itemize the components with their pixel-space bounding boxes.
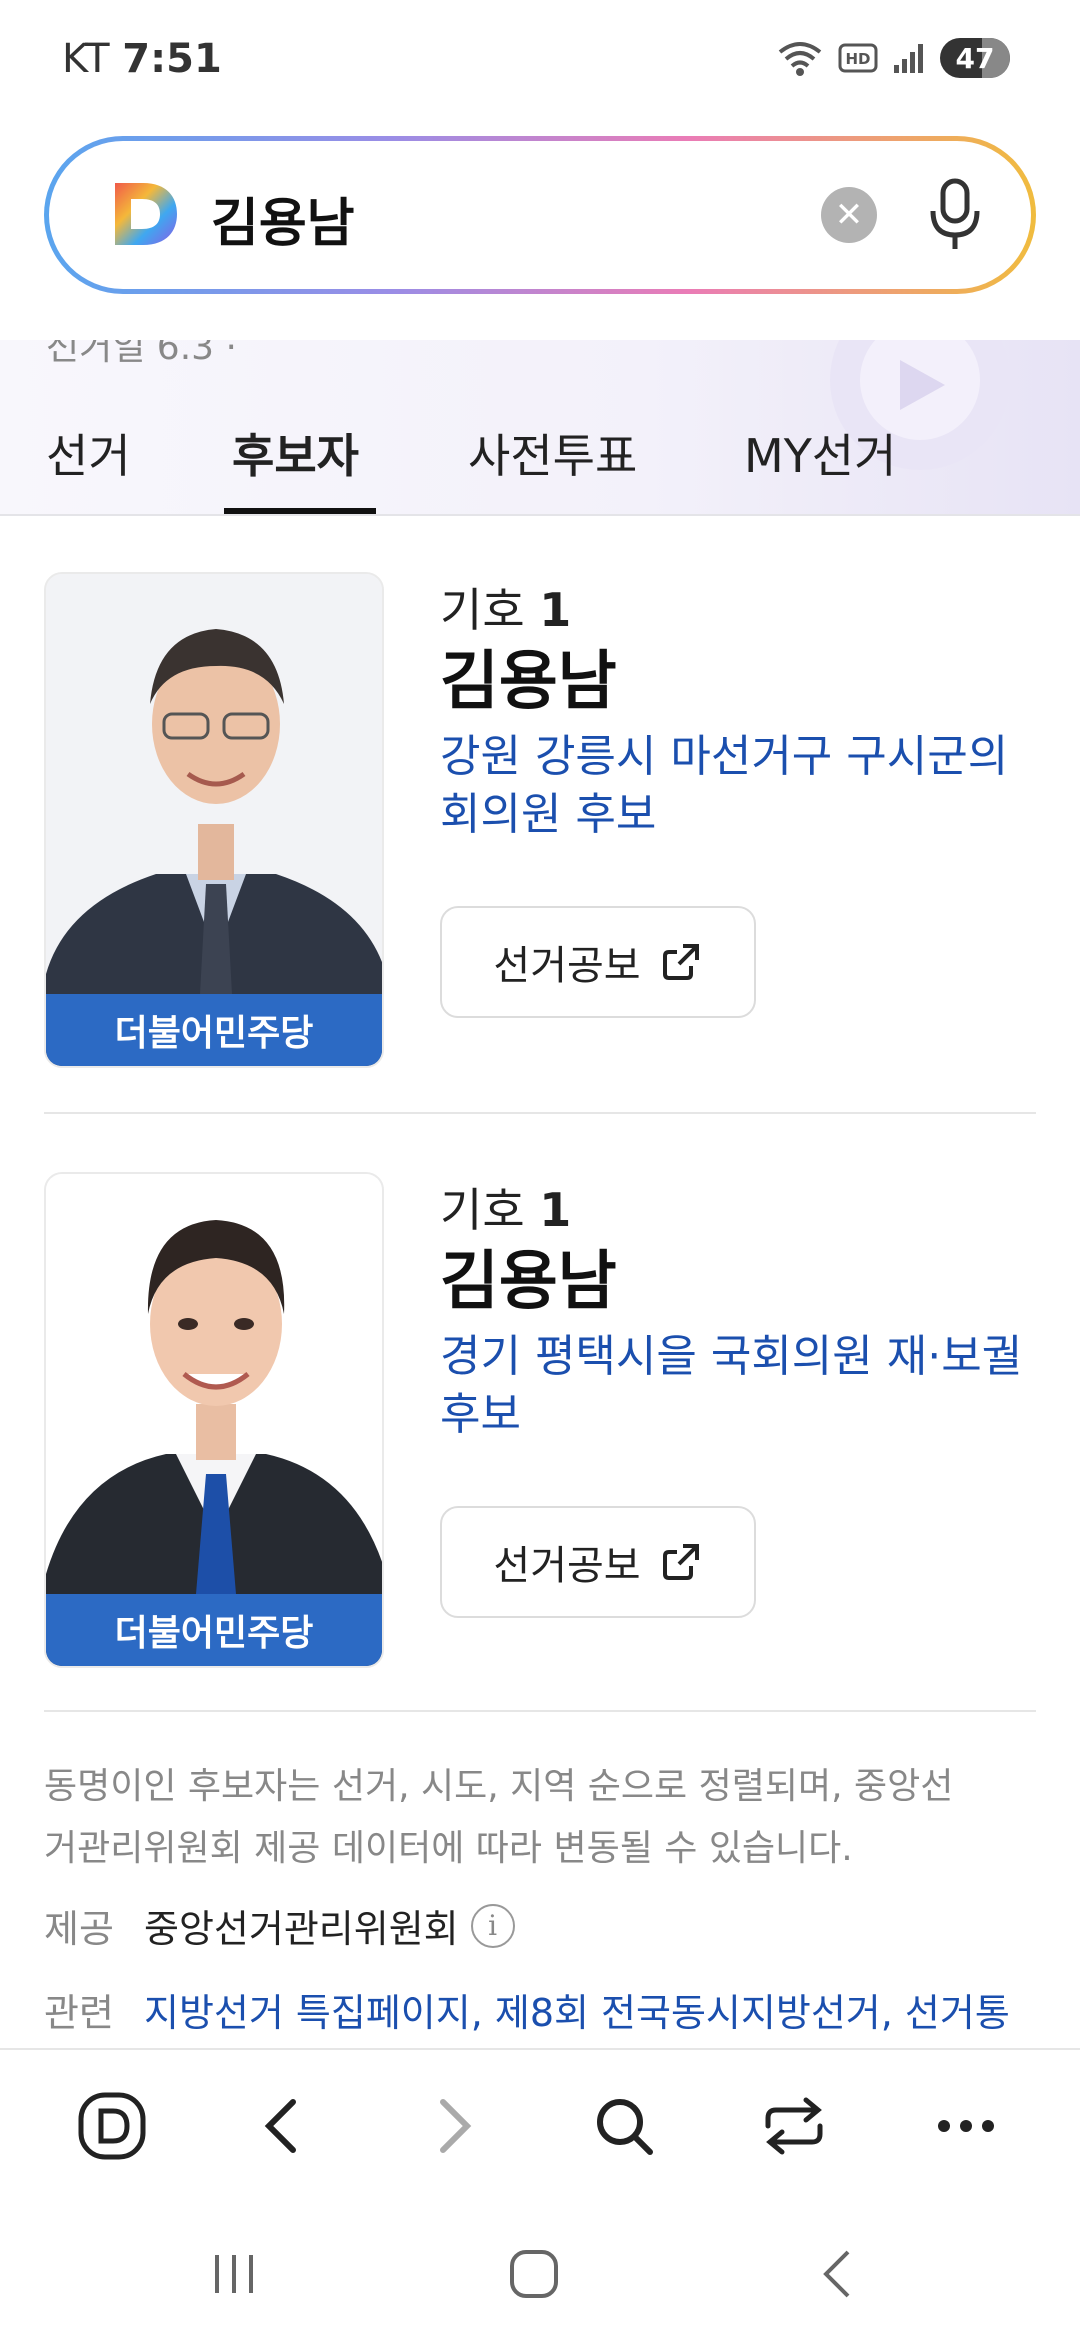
tab-my-election[interactable]: MY선거 bbox=[744, 420, 896, 514]
daum-logo-icon[interactable] bbox=[111, 179, 181, 249]
battery-level: 47 bbox=[955, 41, 995, 75]
provider-row: 제공 중앙선거관리위원회 i bbox=[44, 1898, 515, 1953]
candidate-info: 기호 1 김용남 강원 강릉시 마선거구 구시군의 회의원 후보 bbox=[440, 572, 1040, 844]
district-line: 강원 강릉시 마선거구 구시군의 bbox=[440, 730, 1009, 782]
divider bbox=[44, 1710, 1036, 1712]
election-banner: 선거일 6.3 · 선거 후보자 사전투표 MY선거 bbox=[0, 340, 1080, 516]
search-button[interactable] bbox=[588, 2090, 660, 2162]
active-tab-indicator bbox=[224, 508, 376, 514]
disclaimer-line: 거관리위원회 제공 데이터에 따라 변동될 수 있습니다. bbox=[44, 1828, 853, 1869]
system-nav-bar bbox=[0, 2200, 1080, 2340]
wifi-icon bbox=[776, 38, 824, 78]
close-icon: ✕ bbox=[834, 195, 864, 235]
candidate-name[interactable]: 김용남 bbox=[440, 645, 1040, 720]
svg-text:HD: HD bbox=[845, 50, 870, 68]
related-row: 관련 지방선거 특집페이지, 제8회 전국동시지방선거, 선거통 bbox=[44, 1982, 1010, 2037]
provider-label: 제공 bbox=[44, 1907, 114, 1951]
tab-bar: 선거 후보자 사전투표 MY선거 bbox=[0, 420, 1080, 514]
external-link-icon bbox=[662, 944, 699, 980]
more-button[interactable] bbox=[930, 2090, 1002, 2162]
home-button[interactable] bbox=[494, 2244, 574, 2304]
search-icon bbox=[597, 2099, 653, 2155]
page: KT 7:51 HD 47 김용남 ✕ 선거일 6.3 · 선거 후보자 사전투… bbox=[0, 0, 1080, 2340]
status-left: KT 7:51 bbox=[62, 36, 222, 82]
related-label: 관련 bbox=[44, 1991, 114, 2035]
recent-apps-icon bbox=[215, 2255, 253, 2293]
bulletin-label: 선거공보 bbox=[493, 943, 641, 989]
more-icon bbox=[938, 2120, 994, 2132]
daum-home-button[interactable] bbox=[76, 2090, 148, 2162]
signal-icon bbox=[892, 41, 926, 75]
number-value: 1 bbox=[539, 1183, 572, 1237]
clock: 7:51 bbox=[122, 36, 222, 82]
number-value: 1 bbox=[539, 583, 572, 637]
external-link-icon bbox=[662, 1544, 699, 1580]
election-bulletin-button[interactable]: 선거공보 bbox=[440, 1506, 756, 1618]
election-bulletin-button[interactable]: 선거공보 bbox=[440, 906, 756, 1018]
disclaimer-text: 동명이인 후보자는 선거, 시도, 지역 순으로 정렬되며, 중앙선 거관리위원… bbox=[44, 1756, 1036, 1880]
recent-apps-button[interactable] bbox=[194, 2244, 274, 2304]
candidate-district[interactable]: 강원 강릉시 마선거구 구시군의 회의원 후보 bbox=[440, 728, 1040, 844]
related-links[interactable]: 지방선거 특집페이지, 제8회 전국동시지방선거, 선거통 bbox=[144, 1982, 1010, 2037]
bulletin-label: 선거공보 bbox=[493, 1543, 641, 1589]
nav-back-icon bbox=[823, 2250, 850, 2298]
district-line: 경기 평택시을 국회의원 재·보궐 bbox=[440, 1330, 1023, 1382]
candidate-card[interactable]: 더불어민주당 기호 1 김용남 경기 평택시을 국회의원 재·보궐 후보 선거공… bbox=[44, 1172, 1036, 1668]
forward-button[interactable] bbox=[418, 2090, 490, 2162]
tab-early-voting[interactable]: 사전투표 bbox=[468, 420, 637, 514]
number-label: 기호 bbox=[440, 1183, 525, 1237]
party-badge: 더불어민주당 bbox=[46, 1594, 382, 1666]
daum-home-icon bbox=[78, 2092, 146, 2160]
candidate-name[interactable]: 김용남 bbox=[440, 1245, 1040, 1320]
candidate-number: 기호 1 bbox=[440, 574, 1040, 640]
browser-toolbar bbox=[0, 2048, 1080, 2200]
forward-icon bbox=[440, 2099, 472, 2153]
candidate-photo[interactable]: 더불어민주당 bbox=[44, 1172, 384, 1668]
candidate-info: 기호 1 김용남 경기 평택시을 국회의원 재·보궐 후보 bbox=[440, 1172, 1040, 1444]
search-bar-inner: 김용남 ✕ bbox=[49, 141, 1031, 289]
status-bar: KT 7:51 HD 47 bbox=[0, 0, 1080, 120]
tabs-switch-icon bbox=[765, 2097, 823, 2155]
search-input[interactable]: 김용남 bbox=[211, 181, 355, 256]
number-label: 기호 bbox=[440, 583, 525, 637]
candidate-number: 기호 1 bbox=[440, 1174, 1040, 1240]
party-badge: 더불어민주당 bbox=[46, 994, 382, 1066]
battery-icon: 47 bbox=[940, 38, 1010, 78]
search-bar[interactable]: 김용남 ✕ bbox=[44, 136, 1036, 294]
banner-text: 선거일 6.3 · bbox=[46, 340, 237, 368]
microphone-icon[interactable] bbox=[925, 177, 985, 253]
info-icon[interactable]: i bbox=[470, 1903, 515, 1948]
status-icons: HD 47 bbox=[776, 36, 1010, 80]
hd-icon: HD bbox=[838, 42, 878, 74]
back-button[interactable] bbox=[246, 2090, 318, 2162]
clear-search-button[interactable]: ✕ bbox=[821, 187, 877, 243]
divider bbox=[44, 1112, 1036, 1114]
tabs-switch-button[interactable] bbox=[758, 2090, 830, 2162]
candidate-district[interactable]: 경기 평택시을 국회의원 재·보궐 후보 bbox=[440, 1328, 1040, 1444]
district-line: 회의원 후보 bbox=[440, 788, 657, 840]
carrier-label: KT bbox=[62, 36, 110, 82]
candidate-photo[interactable]: 더불어민주당 bbox=[44, 572, 384, 1068]
provider-value: 중앙선거관리위원회 bbox=[144, 1907, 459, 1951]
tab-election[interactable]: 선거 bbox=[46, 420, 131, 514]
tab-candidates[interactable]: 후보자 bbox=[232, 420, 359, 514]
disclaimer-line: 동명이인 후보자는 선거, 시도, 지역 순으로 정렬되며, 중앙선 bbox=[44, 1766, 954, 1807]
home-icon bbox=[510, 2250, 558, 2298]
candidate-card[interactable]: 더불어민주당 기호 1 김용남 강원 강릉시 마선거구 구시군의 회의원 후보 … bbox=[44, 572, 1036, 1068]
back-icon bbox=[264, 2099, 296, 2153]
district-line: 후보 bbox=[440, 1388, 521, 1440]
nav-back-button[interactable] bbox=[798, 2244, 878, 2304]
